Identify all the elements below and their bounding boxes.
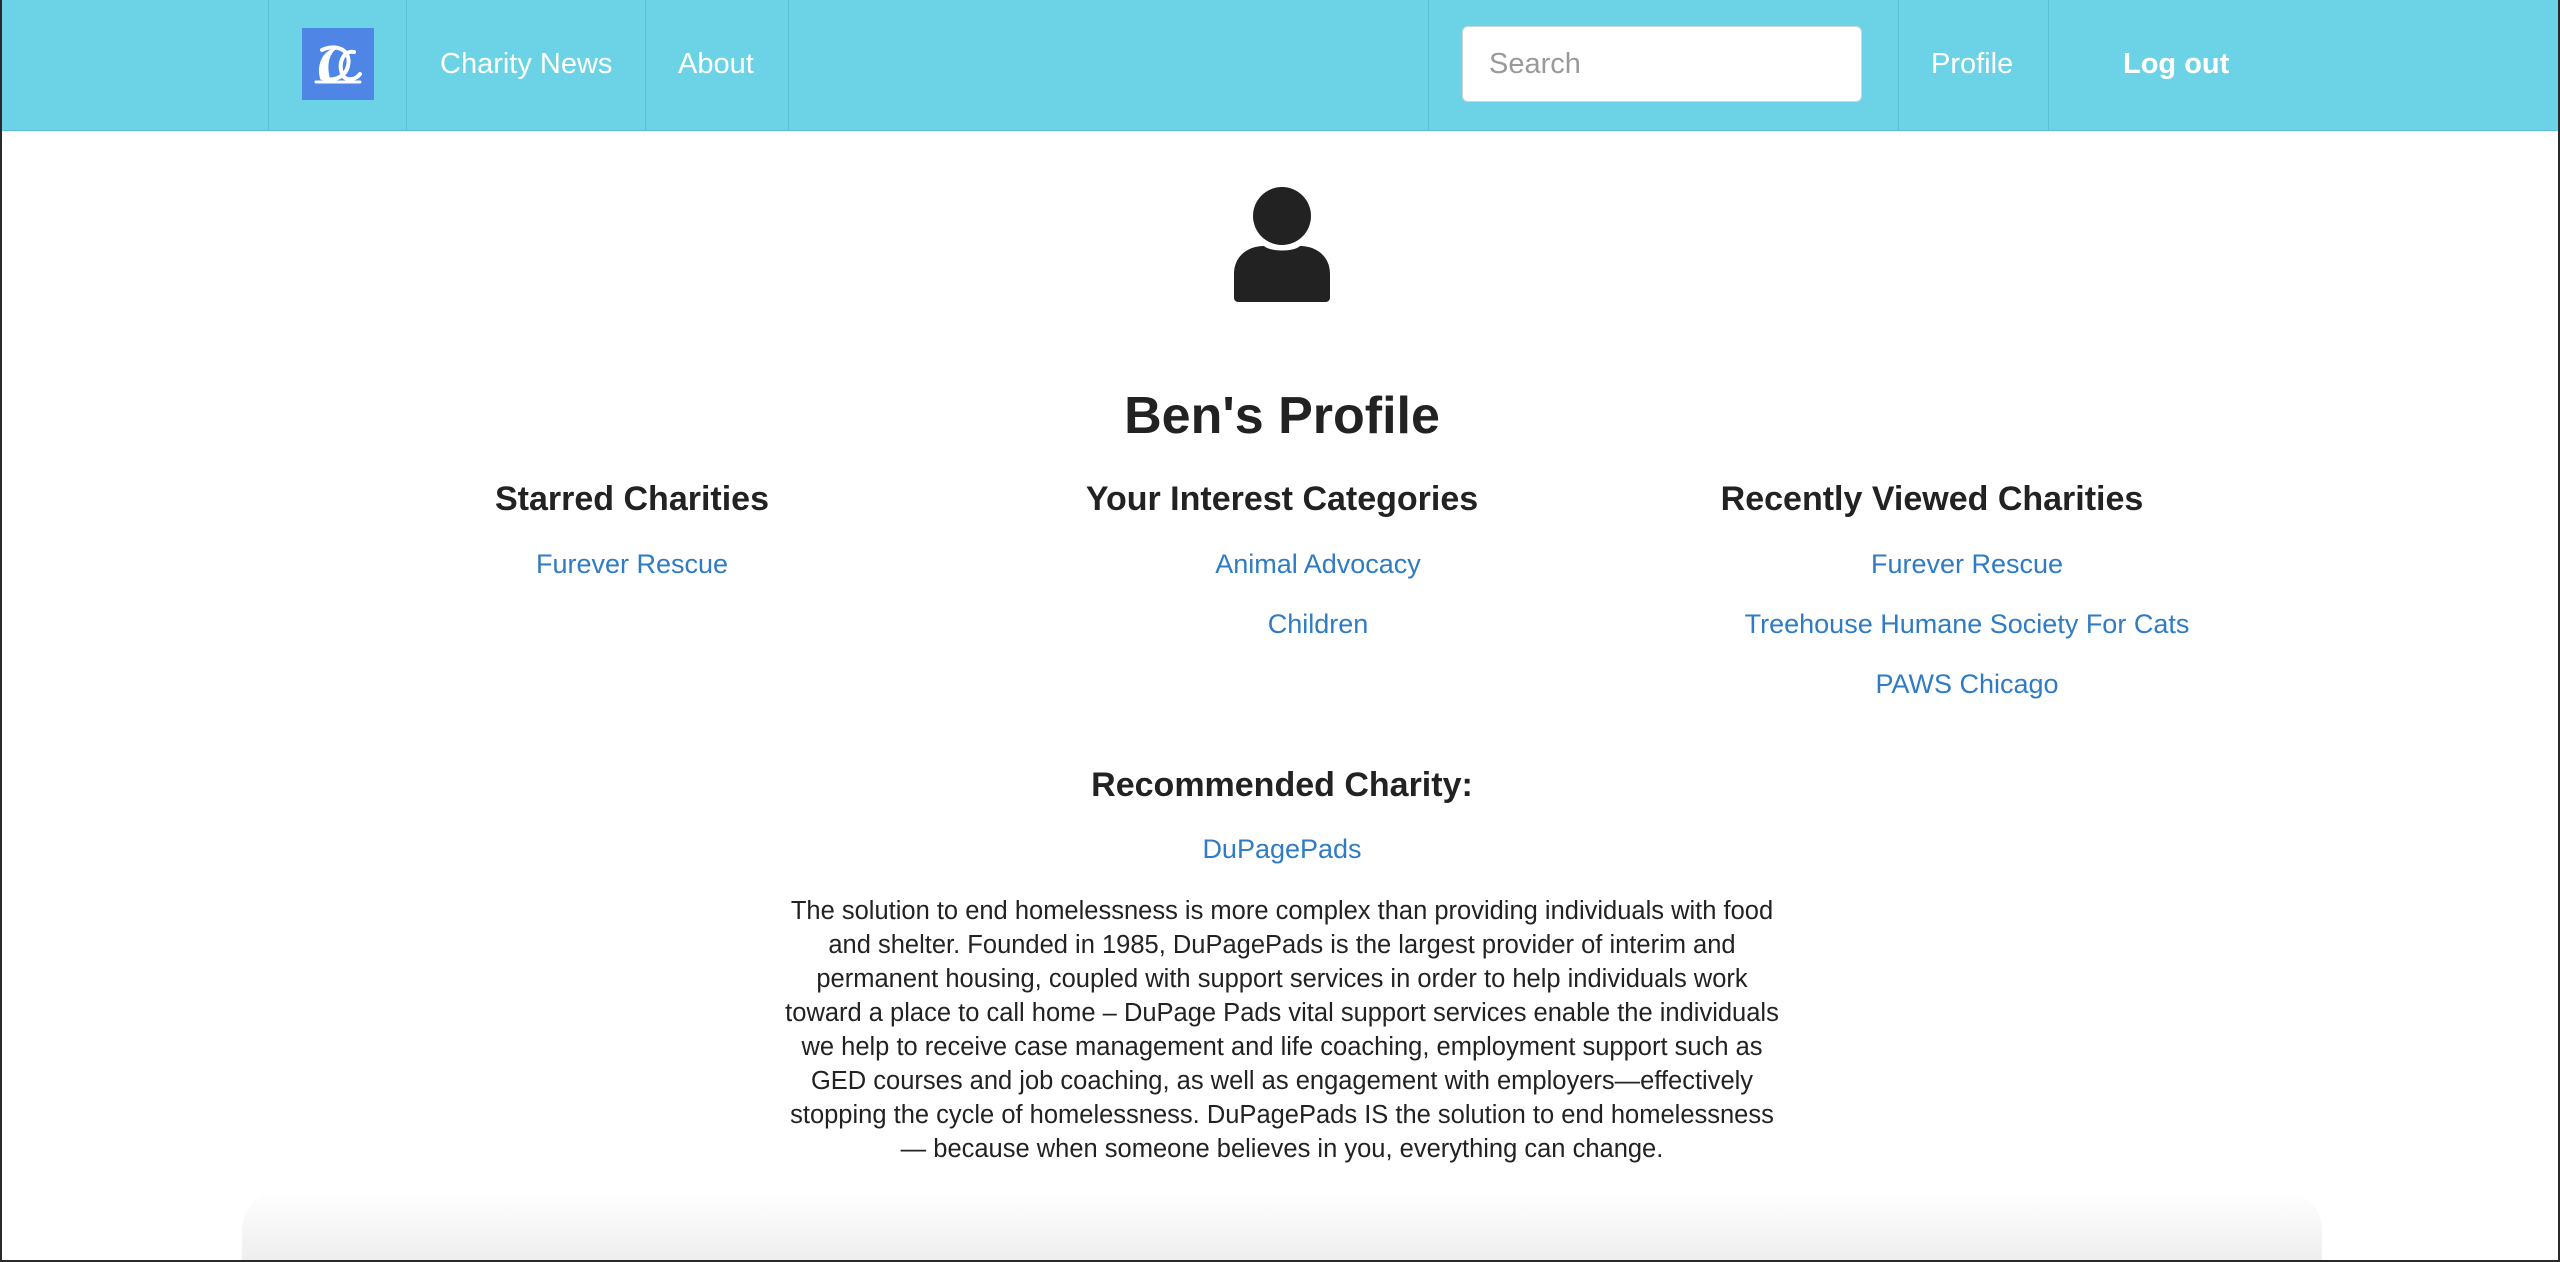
list-item: Animal Advocacy: [1018, 534, 1618, 594]
recommended-charity-description: The solution to end homelessness is more…: [785, 897, 1779, 1163]
starred-charities-heading: Starred Charities: [495, 480, 769, 518]
interest-categories-list: Animal Advocacy Children: [1018, 534, 1618, 654]
starred-charity-link[interactable]: Furever Rescue: [536, 549, 728, 579]
recent-charity-link[interactable]: PAWS Chicago: [1875, 669, 2058, 699]
list-item: Children: [1018, 594, 1618, 654]
interest-category-link[interactable]: Children: [1268, 609, 1369, 639]
interest-categories-heading: Your Interest Categories: [1085, 480, 1479, 518]
recently-viewed-section: Recently Viewed Charities Furever Rescue…: [1632, 476, 2232, 714]
footer-shadow: [242, 1190, 2322, 1260]
interest-categories-section: Your Interest Categories Animal Advocacy…: [982, 476, 1582, 654]
search-input[interactable]: [1462, 26, 1862, 102]
starred-charities-section: Starred Charities Furever Rescue: [332, 476, 932, 594]
interest-category-link[interactable]: Animal Advocacy: [1215, 549, 1421, 579]
list-item: Furever Rescue: [1667, 534, 2267, 594]
recently-viewed-heading: Recently Viewed Charities: [1720, 480, 2144, 518]
nav-divider: [1898, 0, 1899, 130]
logo-icon: [314, 45, 362, 84]
logout-link[interactable]: Log out: [2123, 0, 2229, 128]
nav-divider: [2048, 0, 2049, 130]
recommended-charity-heading: Recommended Charity:: [1091, 766, 1473, 804]
list-item: PAWS Chicago: [1667, 654, 2267, 714]
recommended-charity-link[interactable]: DuPagePads: [1202, 834, 1361, 864]
recent-charity-link[interactable]: Furever Rescue: [1871, 549, 2063, 579]
nav-divider: [788, 0, 789, 130]
nav-divider: [268, 0, 269, 130]
list-item: Furever Rescue: [332, 534, 932, 594]
recommended-charity-link-wrap: DuPagePads: [2, 834, 2558, 865]
user-icon: [1234, 187, 1330, 302]
page-title: Ben's Profile: [1124, 387, 1440, 445]
top-navbar: Charity News About Profile Log out: [2, 0, 2558, 131]
list-item: Treehouse Humane Society For Cats: [1667, 594, 2267, 654]
nav-link-charity-news[interactable]: Charity News: [440, 0, 612, 128]
site-logo[interactable]: [302, 28, 374, 100]
recently-viewed-list: Furever Rescue Treehouse Humane Society …: [1667, 534, 2267, 714]
nav-link-about[interactable]: About: [678, 0, 754, 128]
nav-divider: [645, 0, 646, 130]
nav-link-profile[interactable]: Profile: [1931, 0, 2013, 128]
starred-charities-list: Furever Rescue: [332, 534, 932, 594]
nav-divider: [406, 0, 407, 130]
recent-charity-link[interactable]: Treehouse Humane Society For Cats: [1745, 609, 2190, 639]
nav-divider: [1428, 0, 1429, 130]
page: Charity News About Profile Log out Ben's…: [0, 0, 2560, 1262]
